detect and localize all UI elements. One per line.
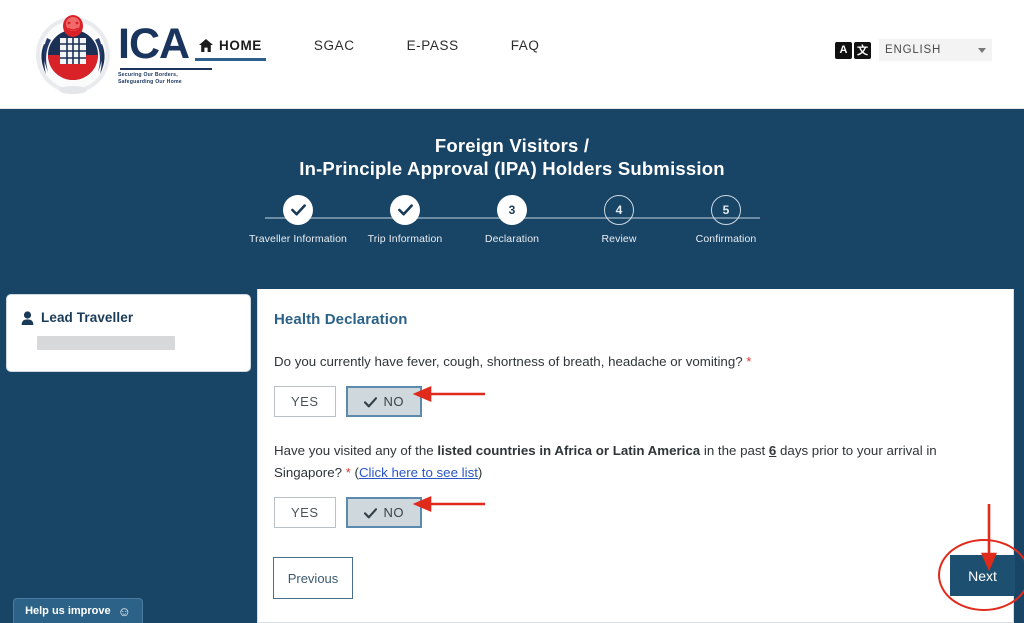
stepper-step-2-label: Trip Information [367,233,443,245]
required-marker: * [746,354,752,369]
nav-item-sgac-label: SGAC [313,38,355,53]
stepper-step-1-circle [283,195,313,225]
page-banner: Foreign Visitors / In-Principle Approval… [0,109,1024,289]
question-travel-history-part2: in the past [700,443,769,458]
question-symptoms-no-button[interactable]: NO [345,386,423,417]
stepper-step-2-circle [390,195,420,225]
ica-logo[interactable]: ICA Securing Our Borders, Safeguarding O… [34,10,212,96]
question-symptoms-no-label: NO [383,394,405,409]
stepper-step-1-label: Traveller Information [249,233,347,245]
stepper-step-1[interactable]: Traveller Information [249,195,347,245]
home-icon [199,39,213,52]
person-icon [21,310,34,325]
page-title-line2: In-Principle Approval (IPA) Holders Subm… [299,158,725,179]
question-travel-history-text: Have you visited any of the listed count… [274,440,993,484]
question-travel-history-yes-button[interactable]: YES [274,497,336,528]
language-icon-latin: A [835,41,852,59]
nav-item-home-label: HOME [219,38,262,53]
stepper-step-5[interactable]: 5 Confirmation [696,195,756,245]
nav-item-faq-label: FAQ [510,38,540,53]
help-us-improve-label: Help us improve [25,605,111,617]
previous-button[interactable]: Previous [273,557,353,599]
lead-traveller-title: Lead Traveller [41,310,134,325]
content-region: Lead Traveller Help us improve ☺ Health … [0,289,1024,623]
chevron-down-icon [978,47,986,53]
stepper-step-2[interactable]: Trip Information [368,195,442,245]
question-travel-history-bold-countries: listed countries in Africa or Latin Amer… [437,443,701,458]
nav-item-epass[interactable]: E-PASS [407,38,459,61]
declaration-panel: Health Declaration Do you currently have… [257,289,1024,623]
language-select[interactable]: ENGLISH [879,39,992,61]
page-root: ICA Securing Our Borders, Safeguarding O… [0,0,1024,623]
required-marker: * [345,465,351,480]
stepper-step-5-circle: 5 [711,195,741,225]
stepper-step-5-label: Confirmation [695,233,757,245]
previous-button-label: Previous [287,570,339,586]
stepper-step-3-label: Declaration [484,233,540,245]
next-button[interactable]: Next [950,555,1015,596]
language-icon-cjk: 文 [854,41,871,59]
nav-item-faq[interactable]: FAQ [511,38,540,61]
question-travel-history-part1: Have you visited any of the [274,443,438,458]
stepper-step-4-circle: 4 [604,195,634,225]
lead-traveller-header: Lead Traveller [7,295,250,325]
page-title: Foreign Visitors / In-Principle Approval… [0,109,1024,180]
question-travel-history-choices: YES NO [274,497,993,528]
site-header: ICA Securing Our Borders, Safeguarding O… [0,0,1024,109]
language-switcher[interactable]: A 文 ENGLISH [835,39,992,61]
smiley-icon: ☺ [117,603,131,619]
check-icon [363,507,377,519]
lead-traveller-card[interactable]: Lead Traveller [6,294,251,372]
stepper-step-3-circle: 3 [497,195,527,225]
language-select-value: ENGLISH [885,44,942,56]
main-navigation: HOME SGAC E-PASS FAQ [195,38,592,61]
question-symptoms-choices: YES NO [274,386,993,417]
section-title: Health Declaration [274,311,408,328]
lead-traveller-name-redacted [37,336,175,350]
help-us-improve-button[interactable]: Help us improve ☺ [13,598,143,623]
stepper-step-4[interactable]: 4 Review [601,195,636,245]
country-list-link-close: ) [477,465,483,480]
question-symptoms-yes-label: YES [291,394,319,409]
progress-stepper: Traveller Information Trip Information 3… [249,195,775,265]
check-icon [397,204,413,216]
question-travel-history-no-label: NO [383,505,405,520]
check-icon [290,204,306,216]
question-symptoms-text: Do you currently have fever, cough, shor… [274,351,993,373]
ica-crest-icon [34,10,112,96]
question-symptoms-yes-button[interactable]: YES [274,386,336,417]
country-list-link[interactable]: Click here to see list [359,465,478,480]
language-icon: A 文 [835,41,871,59]
question-travel-history-no-button[interactable]: NO [345,497,423,528]
wordmark-divider [120,68,212,70]
ica-tagline-line1: Securing Our Borders, [118,71,178,78]
nav-active-underline [195,58,266,61]
check-icon [363,396,377,408]
question-symptoms-body: Do you currently have fever, cough, shor… [274,354,743,369]
stepper-step-3[interactable]: 3 Declaration [485,195,539,245]
form-footer: Previous [273,557,353,599]
question-travel-history-yes-label: YES [291,505,319,520]
nav-item-epass-label: E-PASS [406,38,459,53]
ica-tagline-line2: Safeguarding Our Home [118,78,182,85]
next-button-label: Next [968,567,997,584]
page-title-line1: Foreign Visitors / [434,135,590,156]
stepper-step-4-label: Review [601,233,637,245]
ica-wordmark: ICA Securing Our Borders, Safeguarding O… [118,23,212,85]
nav-item-home[interactable]: HOME [195,38,266,61]
nav-item-sgac[interactable]: SGAC [314,38,355,61]
